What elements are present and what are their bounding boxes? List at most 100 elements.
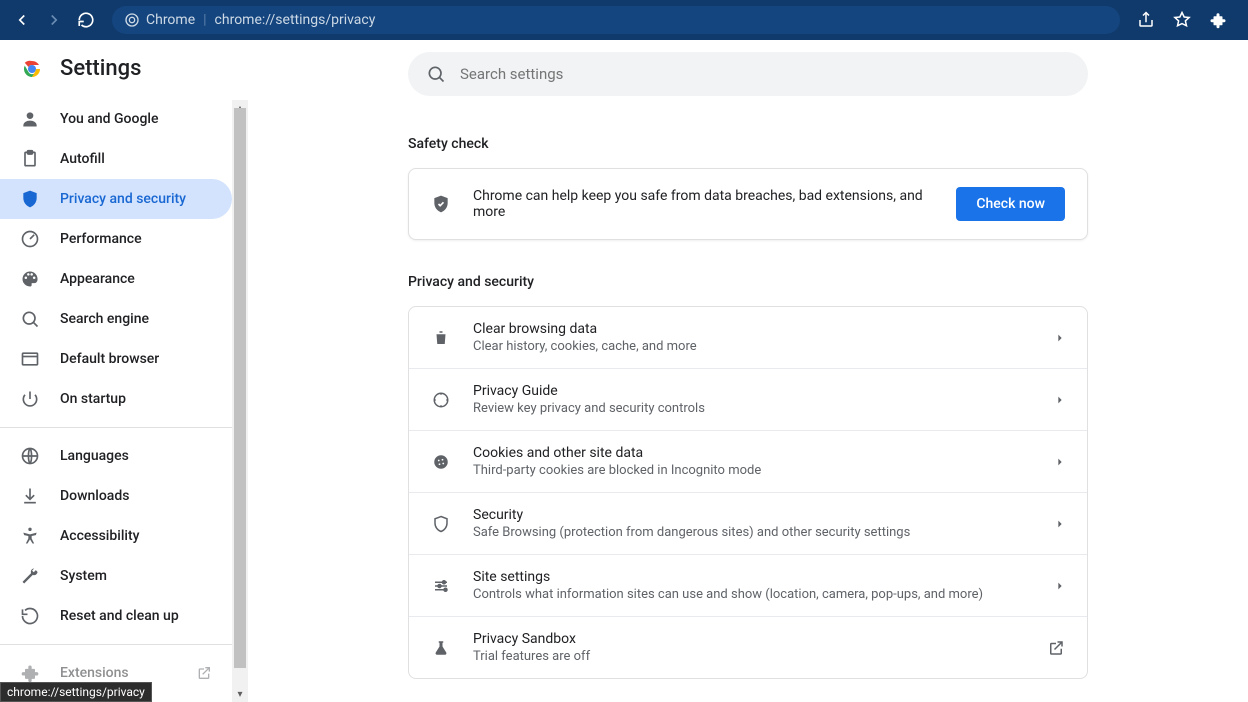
- chevron-right-icon: [1055, 581, 1065, 591]
- sidebar-item-default-browser[interactable]: Default browser: [0, 339, 232, 379]
- compass-icon: [431, 391, 451, 409]
- row-security[interactable]: Security Safe Browsing (protection from …: [409, 493, 1087, 555]
- sidebar-item-label: On startup: [60, 391, 126, 407]
- cookie-icon: [431, 453, 451, 471]
- sidebar-item-label: System: [60, 568, 107, 584]
- shield-outline-icon: [431, 515, 451, 533]
- sidebar-divider: [0, 427, 248, 428]
- sidebar-item-accessibility[interactable]: Accessibility: [0, 516, 232, 556]
- chevron-right-icon: [1055, 519, 1065, 529]
- status-bar-tooltip: chrome://settings/privacy: [0, 682, 152, 702]
- row-subtitle: Clear history, cookies, cache, and more: [473, 339, 1033, 354]
- shield-icon: [20, 189, 40, 209]
- search-icon: [20, 309, 40, 329]
- row-privacy-guide[interactable]: Privacy Guide Review key privacy and sec…: [409, 369, 1087, 431]
- sidebar-item-label: Autofill: [60, 151, 105, 167]
- trash-icon: [431, 329, 451, 347]
- sidebar-item-label: Extensions: [60, 665, 129, 681]
- sidebar-item-label: Appearance: [60, 271, 135, 287]
- check-now-button[interactable]: Check now: [956, 187, 1065, 221]
- sidebar-item-languages[interactable]: Languages: [0, 436, 232, 476]
- safety-check-text: Chrome can help keep you safe from data …: [473, 188, 934, 220]
- open-external-icon: [1047, 639, 1065, 657]
- sidebar-item-on-startup[interactable]: On startup: [0, 379, 232, 419]
- row-subtitle: Trial features are off: [473, 649, 1025, 664]
- download-icon: [20, 486, 40, 506]
- row-title: Security: [473, 507, 1033, 523]
- sliders-icon: [431, 577, 451, 595]
- browser-toolbar: Chrome | chrome://settings/privacy: [0, 0, 1248, 40]
- scrollbar-thumb[interactable]: [234, 108, 246, 668]
- sidebar-item-label: Languages: [60, 448, 129, 464]
- back-button[interactable]: [8, 6, 36, 34]
- clipboard-icon: [20, 149, 40, 169]
- privacy-card: Clear browsing data Clear history, cooki…: [408, 306, 1088, 679]
- sidebar-item-privacy-security[interactable]: Privacy and security: [0, 179, 232, 219]
- sidebar-item-label: Search engine: [60, 311, 149, 327]
- row-privacy-sandbox[interactable]: Privacy Sandbox Trial features are off: [409, 617, 1087, 678]
- address-bar[interactable]: Chrome | chrome://settings/privacy: [112, 6, 1120, 34]
- sidebar-item-autofill[interactable]: Autofill: [0, 139, 232, 179]
- share-icon[interactable]: [1132, 6, 1160, 34]
- sidebar-item-label: Privacy and security: [60, 191, 186, 207]
- chevron-right-icon: [1055, 333, 1065, 343]
- site-chip: Chrome: [124, 12, 195, 28]
- url-divider: |: [203, 12, 206, 28]
- row-title: Privacy Sandbox: [473, 631, 1025, 647]
- sidebar-item-system[interactable]: System: [0, 556, 232, 596]
- row-clear-browsing-data[interactable]: Clear browsing data Clear history, cooki…: [409, 307, 1087, 369]
- url-path: chrome://settings/privacy: [215, 12, 376, 28]
- browser-icon: [20, 349, 40, 369]
- restore-icon: [20, 606, 40, 626]
- power-icon: [20, 389, 40, 409]
- sidebar-item-label: You and Google: [60, 111, 158, 127]
- sidebar-item-label: Accessibility: [60, 528, 139, 544]
- bookmark-star-icon[interactable]: [1168, 6, 1196, 34]
- wrench-icon: [20, 566, 40, 586]
- accessibility-icon: [20, 526, 40, 546]
- puzzle-icon: [20, 663, 40, 683]
- person-icon: [20, 109, 40, 129]
- sidebar-item-performance[interactable]: Performance: [0, 219, 232, 259]
- row-subtitle: Review key privacy and security controls: [473, 401, 1033, 416]
- row-cookies[interactable]: Cookies and other site data Third-party …: [409, 431, 1087, 493]
- globe-icon: [20, 446, 40, 466]
- scroll-down-icon[interactable]: ▾: [232, 686, 248, 702]
- row-title: Cookies and other site data: [473, 445, 1033, 461]
- sidebar: Settings You and Google Autofill Privacy…: [0, 40, 248, 702]
- sidebar-item-label: Default browser: [60, 351, 159, 367]
- sidebar-item-label: Reset and clean up: [60, 608, 179, 624]
- extensions-puzzle-icon[interactable]: [1204, 6, 1232, 34]
- flask-icon: [431, 639, 451, 657]
- row-site-settings[interactable]: Site settings Controls what information …: [409, 555, 1087, 617]
- row-title: Site settings: [473, 569, 1033, 585]
- palette-icon: [20, 269, 40, 289]
- settings-header: Settings: [0, 40, 248, 93]
- search-icon: [426, 64, 446, 84]
- open-external-icon: [196, 665, 212, 681]
- sidebar-divider: [0, 644, 248, 645]
- chevron-right-icon: [1055, 395, 1065, 405]
- row-subtitle: Safe Browsing (protection from dangerous…: [473, 525, 1033, 540]
- shield-check-icon: [431, 194, 451, 214]
- sidebar-item-search-engine[interactable]: Search engine: [0, 299, 232, 339]
- sidebar-item-reset[interactable]: Reset and clean up: [0, 596, 232, 636]
- forward-button[interactable]: [40, 6, 68, 34]
- gauge-icon: [20, 229, 40, 249]
- main-content: Safety check Chrome can help keep you sa…: [248, 40, 1248, 702]
- sidebar-item-you-and-google[interactable]: You and Google: [0, 99, 232, 139]
- section-title-privacy: Privacy and security: [408, 274, 1088, 290]
- search-input[interactable]: [460, 65, 1070, 83]
- sidebar-scrollbar[interactable]: ▴ ▾: [232, 100, 248, 702]
- reload-button[interactable]: [72, 6, 100, 34]
- url-label: Chrome: [146, 12, 195, 28]
- row-subtitle: Third-party cookies are blocked in Incog…: [473, 463, 1033, 478]
- row-title: Clear browsing data: [473, 321, 1033, 337]
- row-subtitle: Controls what information sites can use …: [473, 587, 1033, 602]
- chrome-logo-icon: [20, 57, 44, 81]
- sidebar-item-appearance[interactable]: Appearance: [0, 259, 232, 299]
- row-title: Privacy Guide: [473, 383, 1033, 399]
- sidebar-item-label: Downloads: [60, 488, 129, 504]
- sidebar-item-downloads[interactable]: Downloads: [0, 476, 232, 516]
- settings-search[interactable]: [408, 52, 1088, 96]
